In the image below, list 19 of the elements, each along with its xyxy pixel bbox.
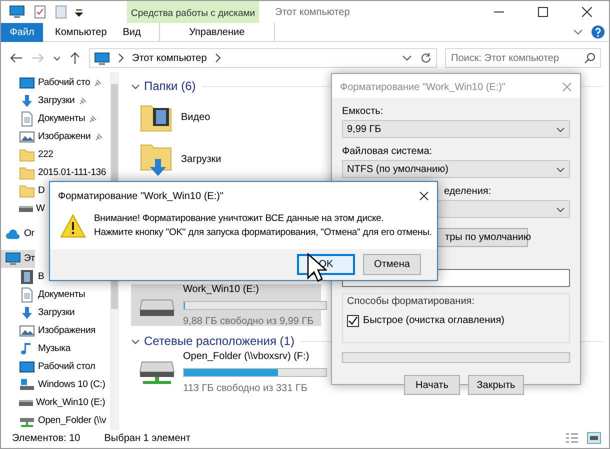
field-label: еделения: [444, 185, 492, 197]
drive-name: Open_Folder (\\vboxsrv) (F:) [183, 350, 310, 364]
free-space-text: 9,88 ГБ свободно из 9,99 ГБ [183, 314, 315, 328]
message-text: Внимание! Форматирование уничтожит ВСЕ данные на этом диске. [94, 212, 385, 226]
message-text: Нажмите кнопку "OK" для запуска форматирования, "Отмена" для его отмены. [94, 226, 432, 240]
drive-name: Work_Win10 (E:) [183, 282, 260, 296]
dialog-title: Форматирование "Work_Win10 (E:)" [58, 190, 224, 201]
section-header: Папки (6) [144, 78, 196, 95]
field-label: Емкость: [342, 105, 384, 117]
status-text: Выбран 1 элемент [104, 432, 190, 446]
tab-group-title: Средства работы с дисками [127, 1, 259, 23]
free-space-text: 113 ГБ свободно из 331 ГБ [183, 382, 308, 396]
checkbox-label: Быстрое (очистка оглавления) [363, 314, 504, 328]
section-header: Сетевые расположения (1) [144, 333, 294, 350]
dialog-title: Форматирование "Work_Win10 (E:)" [340, 81, 506, 92]
group-title: Способы форматирования: [347, 296, 474, 307]
window-title: Этот компьютер [275, 6, 350, 20]
field-label: Файловая система: [342, 145, 432, 157]
status-text: Элементов: 10 [12, 432, 80, 446]
